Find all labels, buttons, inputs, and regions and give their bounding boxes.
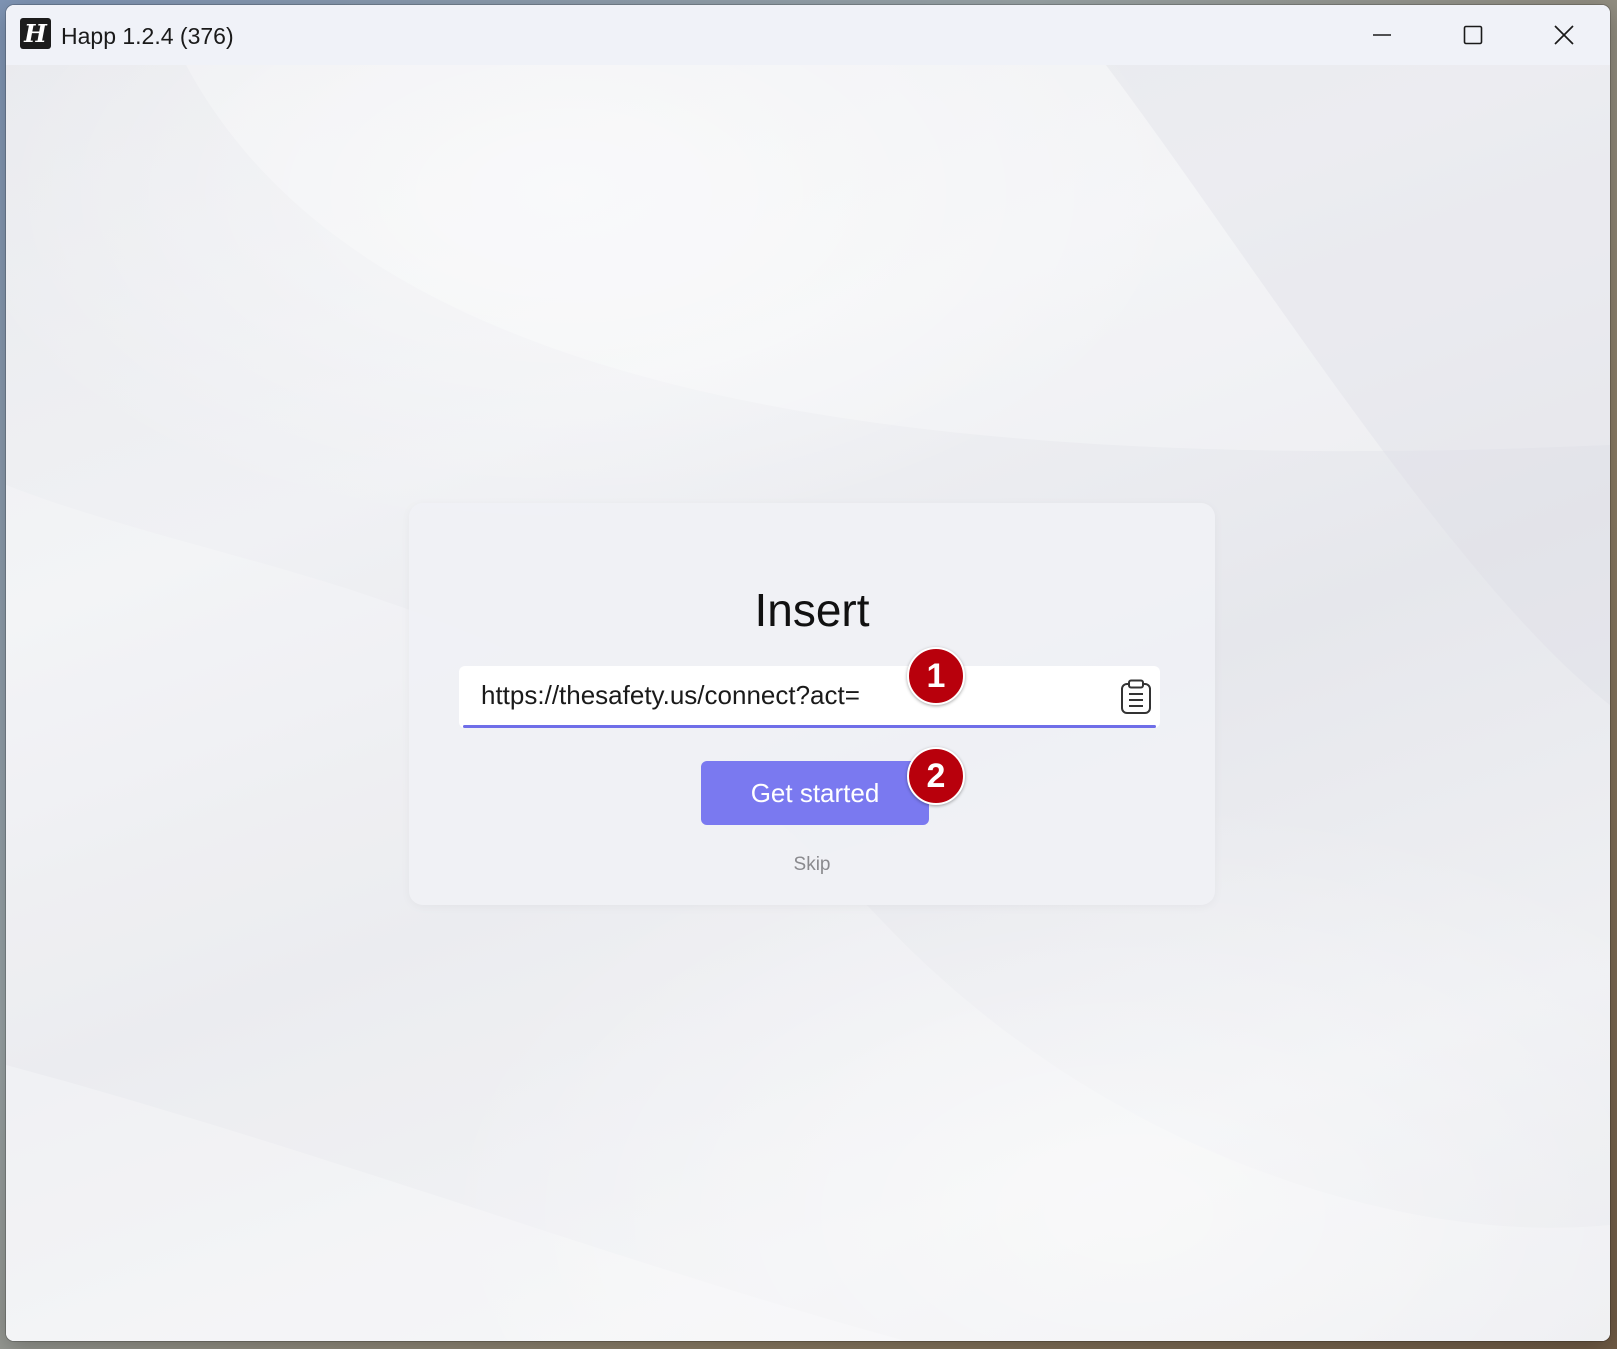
- url-field[interactable]: [459, 666, 1160, 728]
- url-input[interactable]: [481, 666, 1081, 725]
- minimize-button[interactable]: [1336, 5, 1428, 65]
- maximize-button[interactable]: [1427, 5, 1519, 65]
- minimize-icon: [1373, 34, 1391, 36]
- insert-card: Insert Get started Skip: [409, 503, 1215, 905]
- clipboard-icon: [1121, 679, 1151, 714]
- app-window: H Happ 1.2.4 (376) Insert https://thesaf…: [6, 5, 1610, 1341]
- window-title: Happ 1.2.4 (376): [61, 23, 234, 49]
- close-button[interactable]: [1518, 5, 1610, 65]
- card-title: Insert: [754, 584, 870, 636]
- skip-link[interactable]: Skip: [409, 854, 1215, 876]
- paste-button[interactable]: [1119, 679, 1153, 715]
- maximize-icon: [1463, 25, 1483, 45]
- get-started-button[interactable]: Get started: [701, 761, 929, 825]
- main-content: Insert Get started Skip: [6, 65, 1610, 1341]
- focus-underline: [463, 725, 1156, 728]
- happ-logo-icon: H: [20, 18, 51, 49]
- title-bar[interactable]: H Happ 1.2.4 (376): [6, 5, 1610, 65]
- close-icon: [1554, 25, 1574, 45]
- step-marker-1: 1: [907, 647, 965, 705]
- step-marker-2: 2: [907, 747, 965, 805]
